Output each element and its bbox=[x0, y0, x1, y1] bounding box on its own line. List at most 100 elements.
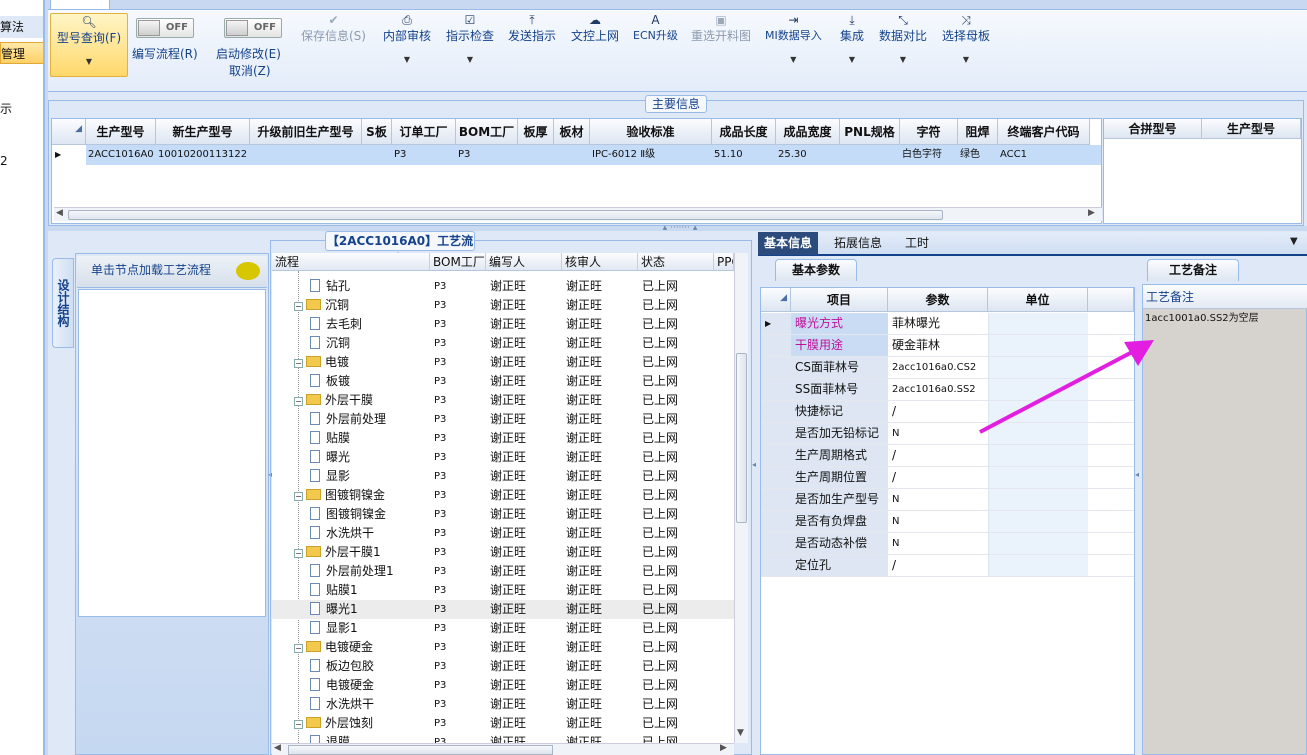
flow-group-row[interactable]: − 电镀 P3 谢正旺 谢正旺 已上网 bbox=[272, 353, 734, 372]
column-header[interactable]: 验收标准 bbox=[590, 119, 712, 145]
instruction-check-button[interactable]: ☑ 指示检查 ▼ bbox=[446, 12, 494, 68]
flow-name-cell[interactable]: 贴膜1 bbox=[310, 581, 430, 600]
column-header[interactable]: PNL规格 bbox=[840, 119, 900, 145]
flow-name-cell[interactable]: 板边包胶 bbox=[310, 657, 430, 676]
document-tab[interactable] bbox=[50, 0, 110, 10]
row-selector-icon[interactable]: ▶ bbox=[52, 145, 86, 165]
column-header[interactable]: 订单工厂 bbox=[392, 119, 456, 145]
chevron-down-icon[interactable]: ▼ bbox=[51, 54, 127, 70]
flow-column-header[interactable]: 状态 bbox=[638, 253, 714, 271]
select-mother-board-button[interactable]: ⤨ 选择母板 ▼ bbox=[942, 12, 990, 68]
table-cell[interactable] bbox=[554, 145, 590, 165]
tab-basic-params[interactable]: 基本参数 bbox=[775, 259, 857, 281]
table-cell[interactable]: 白色字符 bbox=[900, 145, 958, 165]
design-structure-tree[interactable] bbox=[78, 289, 266, 617]
scroll-thumb[interactable] bbox=[68, 210, 943, 220]
flow-name-cell[interactable]: 水洗烘干 bbox=[310, 524, 430, 543]
flow-column-header[interactable]: 核审人 bbox=[562, 253, 638, 271]
collapse-icon[interactable]: − bbox=[294, 492, 303, 501]
flow-group-row[interactable]: − 外层蚀刻 P3 谢正旺 谢正旺 已上网 bbox=[272, 714, 734, 733]
send-instruction-button[interactable]: ⤒ 发送指示 bbox=[508, 12, 556, 44]
column-header[interactable]: 新生产型号 bbox=[156, 119, 250, 145]
chevron-down-icon[interactable]: ▼ bbox=[446, 52, 494, 68]
scroll-left-arrow-icon[interactable]: ◀ bbox=[274, 743, 281, 753]
flow-name-cell[interactable]: 电镀硬金 bbox=[310, 676, 430, 695]
chevron-down-icon[interactable]: ▼ bbox=[765, 52, 822, 68]
left-nav-item-active[interactable]: 管理 bbox=[0, 42, 43, 64]
flow-name-cell[interactable]: 去毛刺 bbox=[310, 315, 430, 334]
flow-name-cell[interactable]: 钻孔 bbox=[310, 277, 430, 296]
splitter-grip-icon[interactable]: ◂ bbox=[752, 460, 758, 540]
edit-flow-toggle[interactable]: OFF bbox=[136, 18, 194, 38]
column-header[interactable]: S板 bbox=[362, 119, 392, 145]
mi-import-button[interactable]: ⇥ MI数据导入 ▼ bbox=[765, 12, 822, 68]
flow-group-row[interactable]: − 外层干膜1 P3 谢正旺 谢正旺 已上网 bbox=[272, 543, 734, 562]
collapse-icon[interactable]: − bbox=[294, 359, 303, 368]
collapse-icon[interactable]: − bbox=[294, 549, 303, 558]
param-unit-cell[interactable] bbox=[988, 467, 1088, 488]
flow-name-cell[interactable]: 图镀铜镍金 bbox=[310, 505, 430, 524]
flow-group-row[interactable]: − 沉铜 P3 谢正旺 谢正旺 已上网 bbox=[272, 296, 734, 315]
table-cell[interactable]: 25.30 bbox=[776, 145, 840, 165]
scroll-thumb[interactable] bbox=[736, 353, 747, 523]
table-cell[interactable]: IPC-6012 Ⅱ级 bbox=[590, 145, 712, 165]
param-row[interactable]: 生产周期格式 / bbox=[761, 445, 1134, 467]
param-row[interactable]: 是否动态补偿 N bbox=[761, 533, 1134, 555]
param-unit-cell[interactable] bbox=[988, 445, 1088, 466]
param-value-cell[interactable]: N bbox=[888, 489, 988, 510]
param-row[interactable]: 是否加生产型号 N bbox=[761, 489, 1134, 511]
row-selector[interactable] bbox=[761, 401, 791, 422]
left-nav-item[interactable]: 算法 bbox=[0, 16, 43, 38]
column-header[interactable]: BOM工厂 bbox=[456, 119, 518, 145]
column-header[interactable]: 生产型号 bbox=[86, 119, 156, 145]
table-row[interactable]: ▶ 2ACC1016A0 10010200113122 P3 P3 IPC-6012 Ⅱ级… bbox=[52, 145, 1101, 165]
flow-step-row[interactable]: 钻孔 P3 谢正旺 谢正旺 已上网 bbox=[272, 277, 734, 296]
flow-name-cell[interactable]: − 图镀铜镍金 bbox=[294, 486, 430, 505]
flow-name-cell[interactable]: 曝光1 bbox=[310, 600, 430, 619]
collapse-icon[interactable]: − bbox=[294, 302, 303, 311]
flow-group-row[interactable]: − 电镀硬金 P3 谢正旺 谢正旺 已上网 bbox=[272, 638, 734, 657]
column-header[interactable]: 字符 bbox=[900, 119, 958, 145]
collapse-icon[interactable]: − bbox=[294, 397, 303, 406]
row-selector[interactable] bbox=[761, 379, 791, 400]
row-selector[interactable] bbox=[761, 489, 791, 510]
flow-name-cell[interactable]: − 沉铜 bbox=[294, 296, 430, 315]
splitter-grip-icon[interactable]: ▴ ······· ▴ bbox=[650, 224, 710, 233]
flow-column-header[interactable]: BOM工厂 bbox=[430, 253, 486, 271]
table-cell[interactable]: 10010200113122 bbox=[156, 145, 250, 165]
column-header[interactable]: 终端客户代码 bbox=[998, 119, 1090, 145]
scroll-thumb[interactable] bbox=[288, 745, 553, 755]
tab-basic-info[interactable]: 基本信息 bbox=[758, 232, 819, 255]
param-unit-cell[interactable] bbox=[988, 533, 1088, 554]
flow-step-row[interactable]: 图镀铜镍金 P3 谢正旺 谢正旺 已上网 bbox=[272, 505, 734, 524]
table-cell[interactable]: P3 bbox=[456, 145, 518, 165]
flow-name-cell[interactable]: − 外层干膜 bbox=[294, 391, 430, 410]
splitter-grip-icon[interactable]: ◂ bbox=[1135, 470, 1141, 530]
flow-step-row[interactable]: 曝光1 P3 谢正旺 谢正旺 已上网 bbox=[272, 600, 734, 619]
row-selector[interactable] bbox=[761, 555, 791, 576]
flow-name-cell[interactable]: 显影1 bbox=[310, 619, 430, 638]
scroll-down-arrow-icon[interactable]: ▼ bbox=[737, 728, 744, 738]
cancel-modify-button[interactable]: 取消(Z) bbox=[229, 62, 271, 79]
param-unit-cell[interactable] bbox=[988, 555, 1088, 576]
model-query-button[interactable]: 🔍︎ 型号查询(F) ▼ bbox=[50, 13, 128, 77]
param-value-cell[interactable]: N bbox=[888, 533, 988, 554]
integrate-button[interactable]: ⤓ 集成 ▼ bbox=[840, 12, 864, 68]
param-row[interactable]: 生产周期位置 / bbox=[761, 467, 1134, 489]
flow-group-row[interactable]: − 外层干膜 P3 谢正旺 谢正旺 已上网 bbox=[272, 391, 734, 410]
table-cell[interactable]: 2ACC1016A0 bbox=[86, 145, 156, 165]
flow-column-header[interactable]: 流程 bbox=[272, 253, 430, 271]
table-cell[interactable] bbox=[250, 145, 362, 165]
column-header[interactable]: 成品长度 bbox=[712, 119, 776, 145]
param-value-cell[interactable]: / bbox=[888, 555, 988, 576]
save-info-button[interactable]: ✔ 保存信息(S) bbox=[301, 12, 366, 44]
reselect-cut-chart-button[interactable]: ▣ 重选开料图 bbox=[691, 12, 751, 44]
flow-step-row[interactable]: 沉铜 P3 谢正旺 谢正旺 已上网 bbox=[272, 334, 734, 353]
flow-step-row[interactable]: 贴膜 P3 谢正旺 谢正旺 已上网 bbox=[272, 429, 734, 448]
param-column-header[interactable]: 参数 bbox=[888, 288, 988, 312]
start-modify-toggle[interactable]: OFF bbox=[224, 18, 282, 38]
table-cell[interactable]: ACC1 bbox=[998, 145, 1090, 165]
param-row[interactable]: 是否有负焊盘 N bbox=[761, 511, 1134, 533]
table-cell[interactable] bbox=[840, 145, 900, 165]
scroll-right-arrow-icon[interactable]: ▶ bbox=[1088, 208, 1095, 218]
